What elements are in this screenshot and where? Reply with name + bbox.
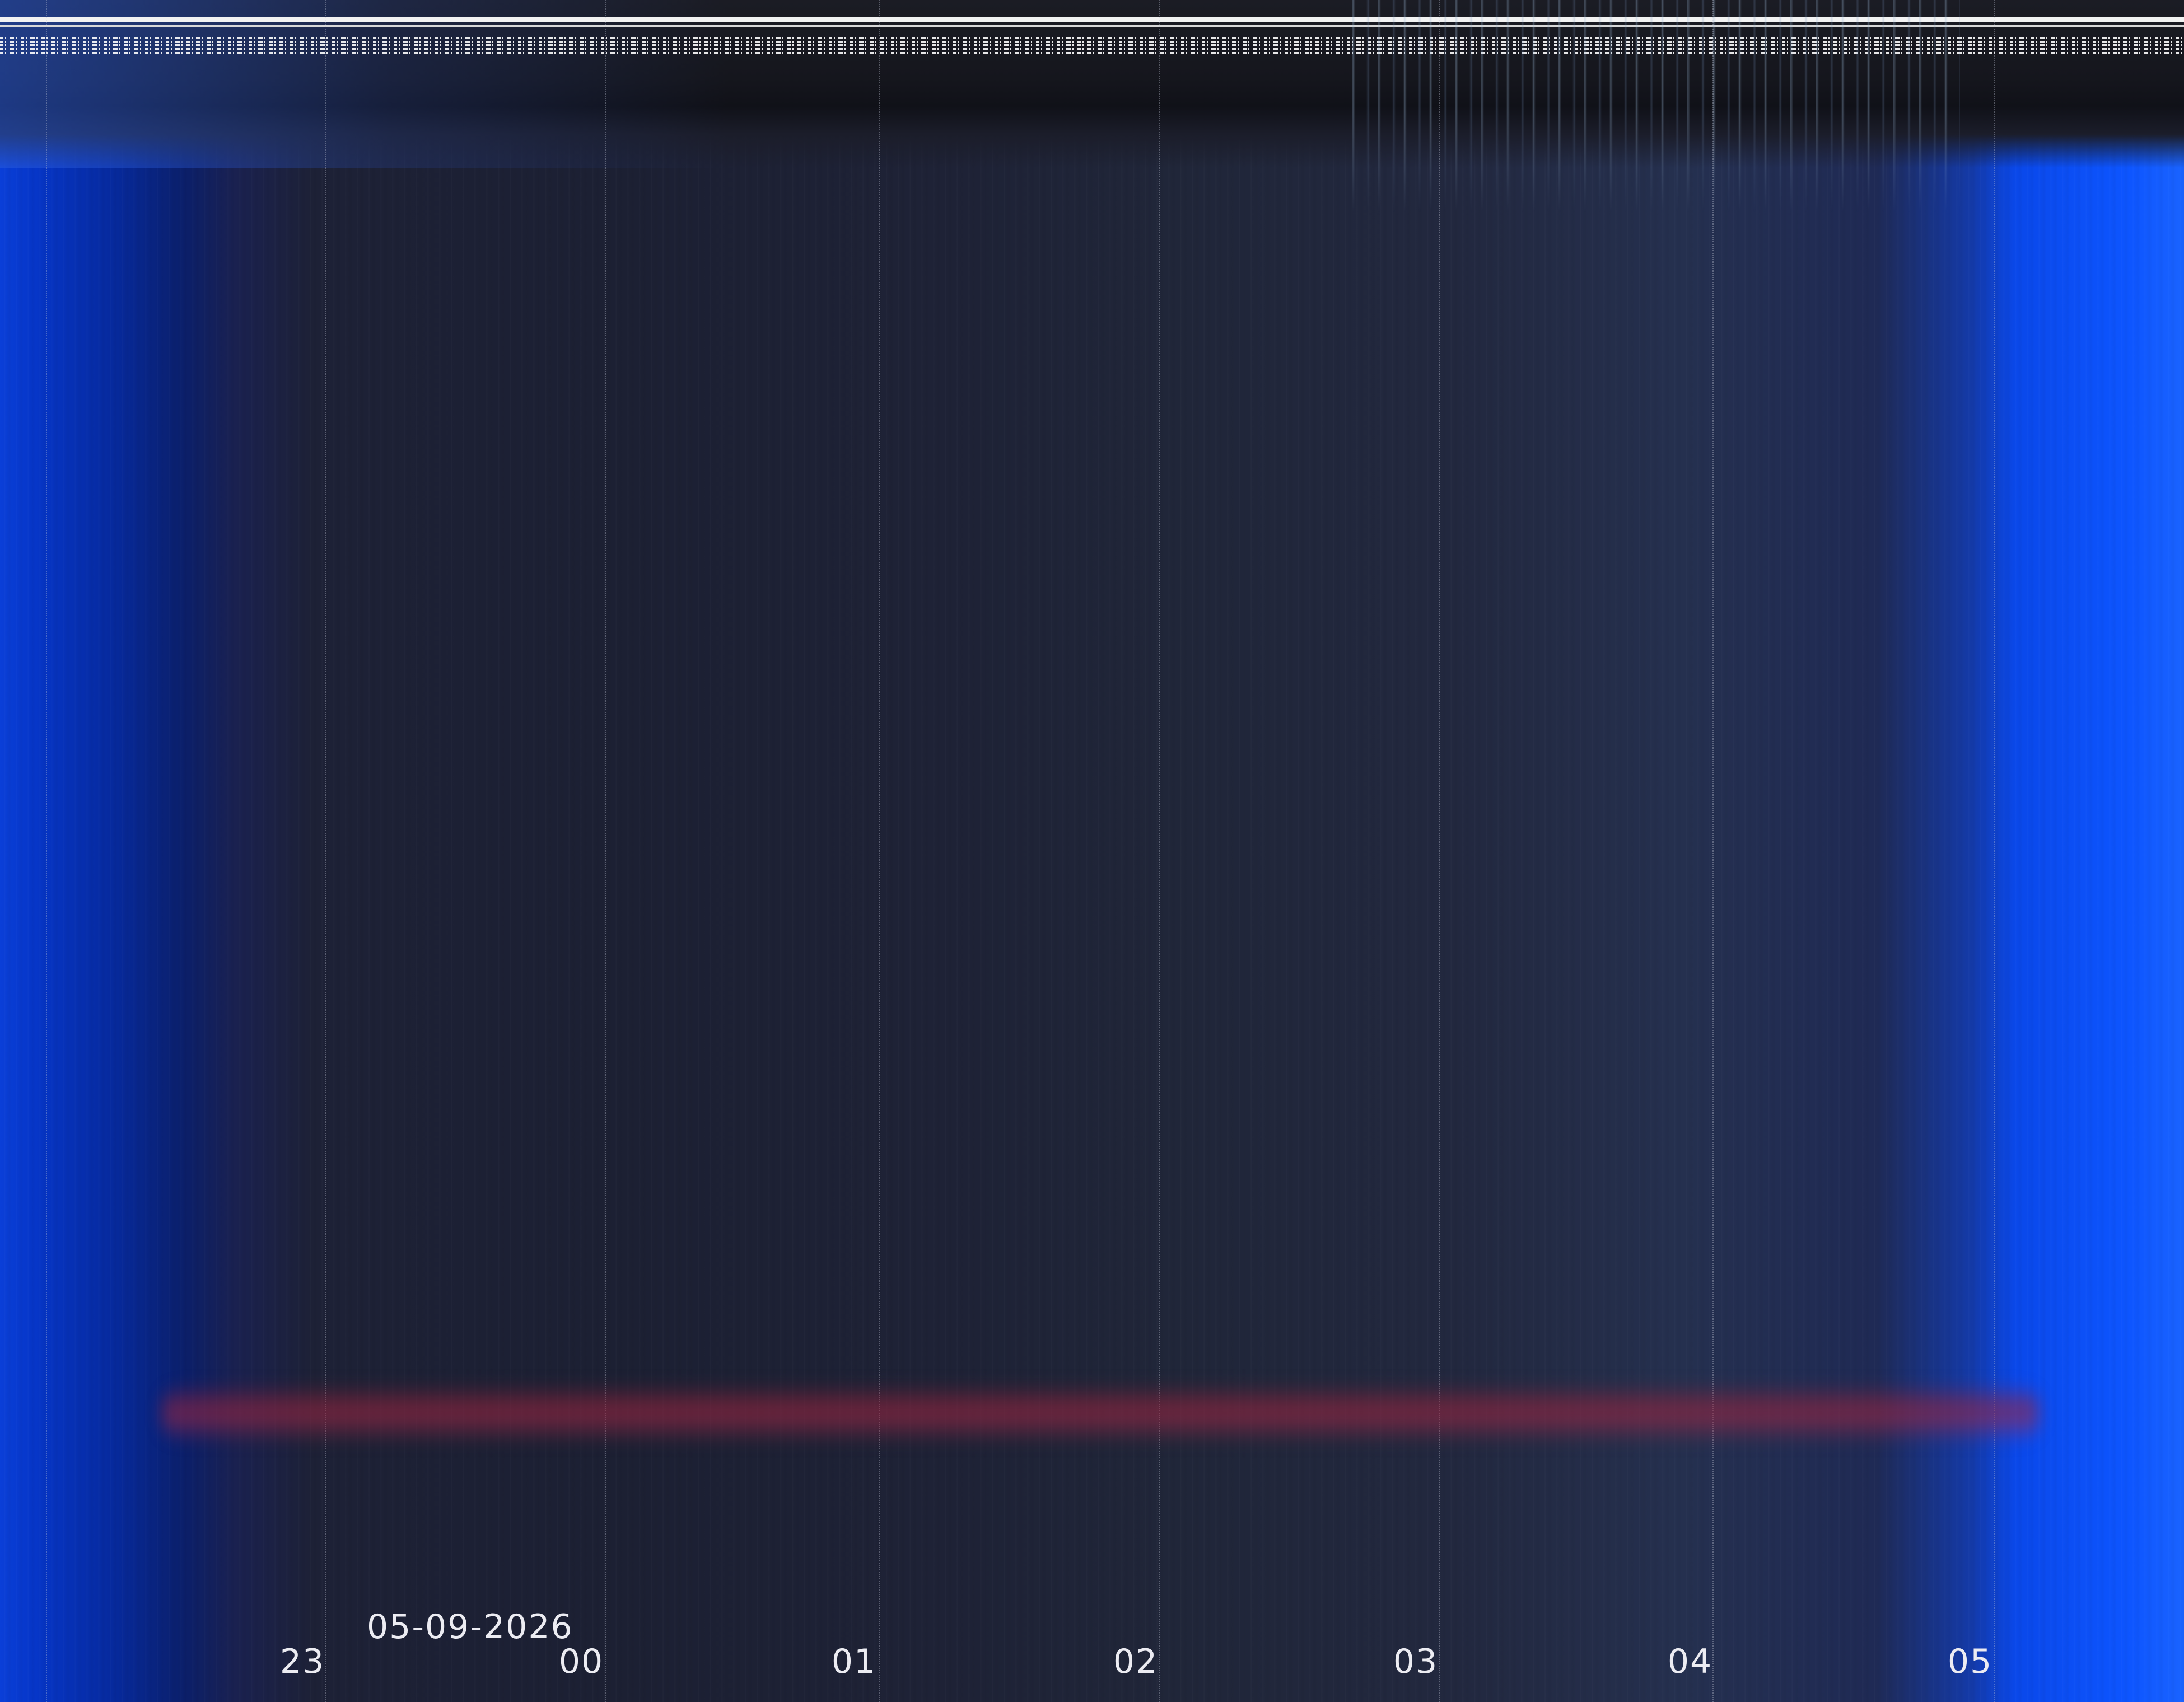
gridline bbox=[1712, 0, 1714, 1702]
gridline bbox=[1994, 0, 1995, 1702]
signal-band bbox=[162, 1383, 2038, 1444]
header-rule bbox=[0, 17, 2184, 22]
gridline bbox=[1159, 0, 1160, 1702]
streak-texture bbox=[0, 0, 2184, 1702]
timeline-canvas: 05-09-2026 23 00 01 02 03 04 05 bbox=[0, 0, 2184, 1702]
gridline bbox=[605, 0, 606, 1702]
gridline bbox=[46, 0, 47, 1702]
header-glitch-strip bbox=[0, 37, 2184, 55]
hour-label: 02 bbox=[1113, 1642, 1159, 1681]
gridline bbox=[325, 0, 326, 1702]
gridline bbox=[1439, 0, 1440, 1702]
hour-label: 03 bbox=[1393, 1642, 1439, 1681]
header-rule-secondary bbox=[0, 25, 2184, 27]
header-band bbox=[0, 0, 2184, 168]
hour-label: 05 bbox=[1947, 1642, 1993, 1681]
hour-label: 04 bbox=[1667, 1642, 1713, 1681]
hour-label: 00 bbox=[558, 1642, 604, 1681]
date-label: 05-09-2026 bbox=[367, 1607, 573, 1647]
hour-label: 01 bbox=[831, 1642, 877, 1681]
gridline bbox=[879, 0, 880, 1702]
hour-label: 23 bbox=[279, 1642, 325, 1681]
